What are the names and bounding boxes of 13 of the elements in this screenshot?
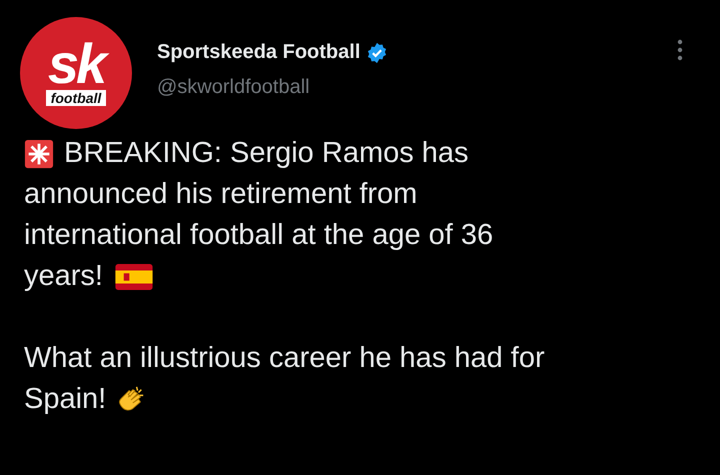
tweet-text: years! (24, 260, 103, 293)
tweet-text: announced his retirement from (24, 178, 418, 211)
tweet-text: international football at the age of 36 (24, 219, 494, 252)
tweet-text: Spain! (24, 383, 106, 416)
siren-icon (24, 138, 54, 168)
flag-icon (114, 264, 153, 290)
tweet-text: BREAKING: Sergio Ramos has (64, 137, 469, 170)
author-name[interactable]: Sportskeeda Football (157, 41, 360, 64)
tweet-text: What an illustrious career he has had for (24, 342, 545, 375)
author-handle[interactable]: @skworldfootball (157, 76, 388, 99)
logo-subtext: football (46, 90, 106, 106)
more-options-icon[interactable] (676, 38, 684, 62)
avatar-logo[interactable]: sk football (20, 17, 132, 129)
